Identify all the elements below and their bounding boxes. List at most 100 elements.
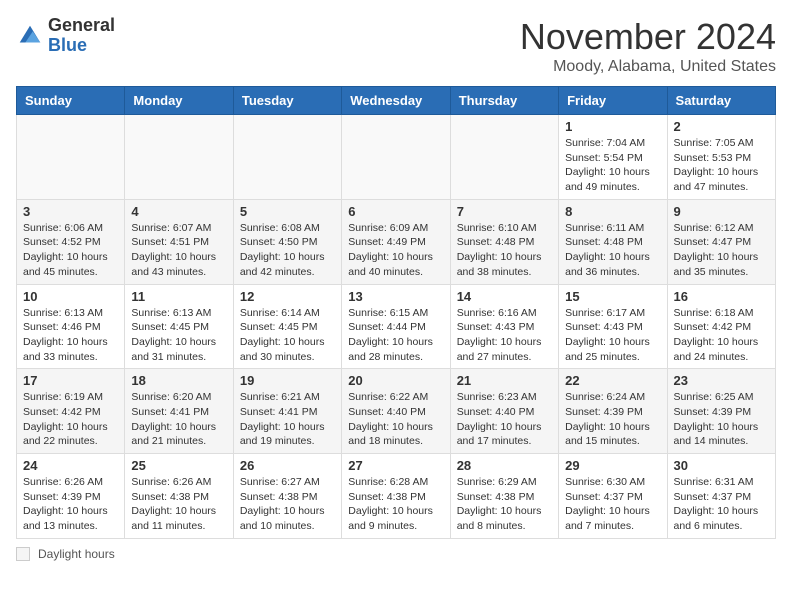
weekday-header-sunday: Sunday bbox=[17, 87, 125, 115]
month-title: November 2024 bbox=[520, 16, 776, 58]
day-number: 20 bbox=[348, 373, 443, 388]
day-info: Sunrise: 6:29 AM Sunset: 4:38 PM Dayligh… bbox=[457, 475, 552, 534]
calendar-cell: 4 Sunrise: 6:07 AM Sunset: 4:51 PM Daylig… bbox=[125, 199, 233, 284]
day-number: 22 bbox=[565, 373, 660, 388]
calendar-cell: 20 Sunrise: 6:22 AM Sunset: 4:40 PM Dayli… bbox=[342, 369, 450, 454]
day-number: 17 bbox=[23, 373, 118, 388]
day-number: 21 bbox=[457, 373, 552, 388]
calendar-week-5: 24 Sunrise: 6:26 AM Sunset: 4:39 PM Dayli… bbox=[17, 454, 776, 539]
day-info: Sunrise: 6:24 AM Sunset: 4:39 PM Dayligh… bbox=[565, 390, 660, 449]
calendar-cell: 6 Sunrise: 6:09 AM Sunset: 4:49 PM Daylig… bbox=[342, 199, 450, 284]
title-block: November 2024 Moody, Alabama, United Sta… bbox=[520, 16, 776, 76]
calendar-cell: 29Sunrise: 6:30 AM Sunset: 4:37 PM Dayli… bbox=[559, 454, 667, 539]
day-info: Sunrise: 6:27 AM Sunset: 4:38 PM Dayligh… bbox=[240, 475, 335, 534]
day-info: Sunrise: 6:26 AM Sunset: 4:38 PM Dayligh… bbox=[131, 475, 226, 534]
day-info: Sunrise: 7:05 AM Sunset: 5:53 PM Dayligh… bbox=[674, 136, 769, 195]
day-info: Sunrise: 6:07 AM Sunset: 4:51 PM Dayligh… bbox=[131, 221, 226, 280]
calendar-cell: 16 Sunrise: 6:18 AM Sunset: 4:42 PM Dayli… bbox=[667, 284, 775, 369]
day-number: 1 bbox=[565, 119, 660, 134]
day-info: Sunrise: 6:20 AM Sunset: 4:41 PM Dayligh… bbox=[131, 390, 226, 449]
calendar-cell: 1 Sunrise: 7:04 AM Sunset: 5:54 PM Daylig… bbox=[559, 115, 667, 200]
day-info: Sunrise: 6:09 AM Sunset: 4:49 PM Dayligh… bbox=[348, 221, 443, 280]
day-info: Sunrise: 6:13 AM Sunset: 4:45 PM Dayligh… bbox=[131, 306, 226, 365]
day-info: Sunrise: 6:18 AM Sunset: 4:42 PM Dayligh… bbox=[674, 306, 769, 365]
day-number: 23 bbox=[674, 373, 769, 388]
day-number: 13 bbox=[348, 289, 443, 304]
calendar-cell: 21 Sunrise: 6:23 AM Sunset: 4:40 PM Dayli… bbox=[450, 369, 558, 454]
calendar-cell bbox=[233, 115, 341, 200]
day-info: Sunrise: 6:31 AM Sunset: 4:37 PM Dayligh… bbox=[674, 475, 769, 534]
weekday-header-monday: Monday bbox=[125, 87, 233, 115]
day-info: Sunrise: 6:28 AM Sunset: 4:38 PM Dayligh… bbox=[348, 475, 443, 534]
calendar-cell bbox=[17, 115, 125, 200]
legend-box bbox=[16, 547, 30, 561]
day-number: 4 bbox=[131, 204, 226, 219]
calendar-week-1: 1 Sunrise: 7:04 AM Sunset: 5:54 PM Daylig… bbox=[17, 115, 776, 200]
weekday-header-wednesday: Wednesday bbox=[342, 87, 450, 115]
calendar-cell: 22 Sunrise: 6:24 AM Sunset: 4:39 PM Dayli… bbox=[559, 369, 667, 454]
day-number: 5 bbox=[240, 204, 335, 219]
day-info: Sunrise: 6:17 AM Sunset: 4:43 PM Dayligh… bbox=[565, 306, 660, 365]
day-info: Sunrise: 6:19 AM Sunset: 4:42 PM Dayligh… bbox=[23, 390, 118, 449]
day-info: Sunrise: 6:30 AM Sunset: 4:37 PM Dayligh… bbox=[565, 475, 660, 534]
day-number: 11 bbox=[131, 289, 226, 304]
calendar-cell: 3 Sunrise: 6:06 AM Sunset: 4:52 PM Daylig… bbox=[17, 199, 125, 284]
calendar-cell: 10 Sunrise: 6:13 AM Sunset: 4:46 PM Dayli… bbox=[17, 284, 125, 369]
day-number: 25 bbox=[131, 458, 226, 473]
calendar-cell bbox=[125, 115, 233, 200]
day-info: Sunrise: 6:22 AM Sunset: 4:40 PM Dayligh… bbox=[348, 390, 443, 449]
calendar-cell: 2Sunrise: 7:05 AM Sunset: 5:53 PM Daylig… bbox=[667, 115, 775, 200]
day-number: 15 bbox=[565, 289, 660, 304]
day-number: 30 bbox=[674, 458, 769, 473]
day-number: 6 bbox=[348, 204, 443, 219]
day-number: 26 bbox=[240, 458, 335, 473]
legend-label: Daylight hours bbox=[38, 547, 115, 561]
calendar-cell: 7 Sunrise: 6:10 AM Sunset: 4:48 PM Daylig… bbox=[450, 199, 558, 284]
day-info: Sunrise: 6:15 AM Sunset: 4:44 PM Dayligh… bbox=[348, 306, 443, 365]
calendar-cell bbox=[450, 115, 558, 200]
day-info: Sunrise: 6:10 AM Sunset: 4:48 PM Dayligh… bbox=[457, 221, 552, 280]
logo-blue-text: Blue bbox=[48, 36, 115, 56]
calendar-cell: 11 Sunrise: 6:13 AM Sunset: 4:45 PM Dayli… bbox=[125, 284, 233, 369]
calendar-cell: 27 Sunrise: 6:28 AM Sunset: 4:38 PM Dayli… bbox=[342, 454, 450, 539]
day-number: 10 bbox=[23, 289, 118, 304]
page-header: General Blue November 2024 Moody, Alabam… bbox=[16, 16, 776, 76]
calendar-cell: 9 Sunrise: 6:12 AM Sunset: 4:47 PM Daylig… bbox=[667, 199, 775, 284]
day-number: 7 bbox=[457, 204, 552, 219]
logo-general-text: General bbox=[48, 16, 115, 36]
day-number: 24 bbox=[23, 458, 118, 473]
day-number: 27 bbox=[348, 458, 443, 473]
calendar-cell bbox=[342, 115, 450, 200]
day-info: Sunrise: 6:26 AM Sunset: 4:39 PM Dayligh… bbox=[23, 475, 118, 534]
day-number: 14 bbox=[457, 289, 552, 304]
calendar-week-3: 10 Sunrise: 6:13 AM Sunset: 4:46 PM Dayli… bbox=[17, 284, 776, 369]
calendar-cell: 28 Sunrise: 6:29 AM Sunset: 4:38 PM Dayli… bbox=[450, 454, 558, 539]
day-info: Sunrise: 6:06 AM Sunset: 4:52 PM Dayligh… bbox=[23, 221, 118, 280]
calendar-cell: 19Sunrise: 6:21 AM Sunset: 4:41 PM Dayli… bbox=[233, 369, 341, 454]
calendar-week-2: 3 Sunrise: 6:06 AM Sunset: 4:52 PM Daylig… bbox=[17, 199, 776, 284]
day-number: 3 bbox=[23, 204, 118, 219]
weekday-header-saturday: Saturday bbox=[667, 87, 775, 115]
day-info: Sunrise: 6:25 AM Sunset: 4:39 PM Dayligh… bbox=[674, 390, 769, 449]
calendar-cell: 17 Sunrise: 6:19 AM Sunset: 4:42 PM Dayli… bbox=[17, 369, 125, 454]
calendar-cell: 23 Sunrise: 6:25 AM Sunset: 4:39 PM Dayli… bbox=[667, 369, 775, 454]
day-info: Sunrise: 7:04 AM Sunset: 5:54 PM Dayligh… bbox=[565, 136, 660, 195]
calendar-footer: Daylight hours bbox=[16, 547, 776, 561]
calendar-cell: 5Sunrise: 6:08 AM Sunset: 4:50 PM Daylig… bbox=[233, 199, 341, 284]
calendar-cell: 14 Sunrise: 6:16 AM Sunset: 4:43 PM Dayli… bbox=[450, 284, 558, 369]
calendar-cell: 25 Sunrise: 6:26 AM Sunset: 4:38 PM Dayli… bbox=[125, 454, 233, 539]
weekday-header-thursday: Thursday bbox=[450, 87, 558, 115]
calendar-cell: 12Sunrise: 6:14 AM Sunset: 4:45 PM Dayli… bbox=[233, 284, 341, 369]
day-info: Sunrise: 6:14 AM Sunset: 4:45 PM Dayligh… bbox=[240, 306, 335, 365]
day-number: 28 bbox=[457, 458, 552, 473]
day-number: 16 bbox=[674, 289, 769, 304]
calendar-table: SundayMondayTuesdayWednesdayThursdayFrid… bbox=[16, 86, 776, 539]
day-info: Sunrise: 6:23 AM Sunset: 4:40 PM Dayligh… bbox=[457, 390, 552, 449]
day-number: 9 bbox=[674, 204, 769, 219]
calendar-week-4: 17 Sunrise: 6:19 AM Sunset: 4:42 PM Dayli… bbox=[17, 369, 776, 454]
day-info: Sunrise: 6:16 AM Sunset: 4:43 PM Dayligh… bbox=[457, 306, 552, 365]
weekday-header-tuesday: Tuesday bbox=[233, 87, 341, 115]
day-info: Sunrise: 6:13 AM Sunset: 4:46 PM Dayligh… bbox=[23, 306, 118, 365]
calendar-cell: 15 Sunrise: 6:17 AM Sunset: 4:43 PM Dayli… bbox=[559, 284, 667, 369]
day-info: Sunrise: 6:12 AM Sunset: 4:47 PM Dayligh… bbox=[674, 221, 769, 280]
